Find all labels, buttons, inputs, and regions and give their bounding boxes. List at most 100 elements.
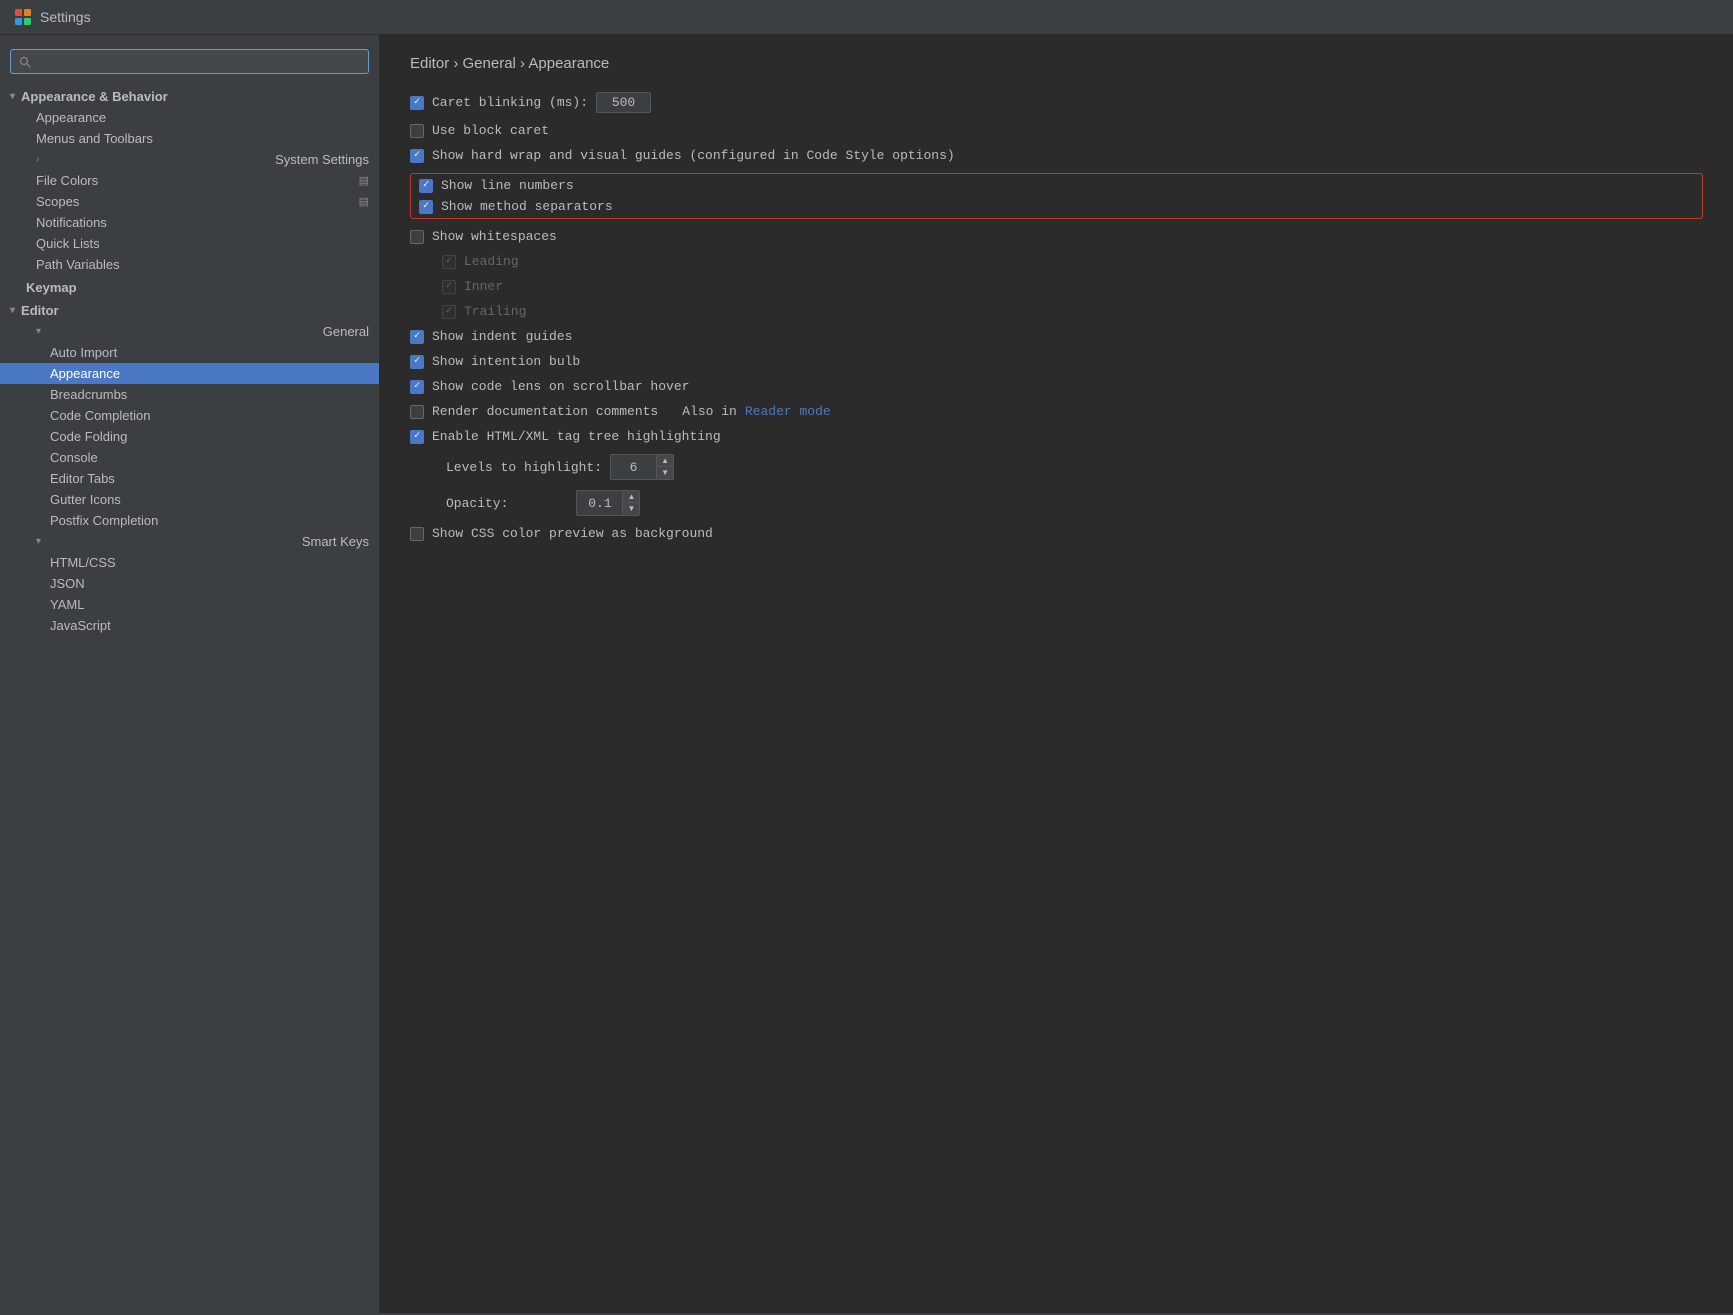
settings-icon: ▤ [359,174,369,187]
sidebar-item-json[interactable]: JSON [0,573,379,594]
sidebar-item-system-settings[interactable]: › System Settings [0,149,379,170]
sidebar-item-auto-import[interactable]: Auto Import [0,342,379,363]
sidebar-item-label: Editor Tabs [50,471,115,486]
label-leading: Leading [464,254,519,269]
sidebar-item-gutter-icons[interactable]: Gutter Icons [0,489,379,510]
sidebar-item-label: Appearance [50,366,120,381]
sidebar-item-label: JSON [50,576,85,591]
spinner-down-levels[interactable]: ▼ [657,467,673,479]
checkbox-code-lens[interactable] [410,380,424,394]
checkbox-render-docs[interactable] [410,405,424,419]
setting-code-lens: Show code lens on scrollbar hover [410,379,1703,394]
checkbox-indent-guides[interactable] [410,330,424,344]
sidebar-item-console[interactable]: Console [0,447,379,468]
sidebar-item-notifications[interactable]: Notifications [0,212,379,233]
checkbox-leading[interactable] [442,255,456,269]
search-box[interactable] [10,49,369,74]
sidebar-item-label: Menus and Toolbars [36,131,153,146]
setting-caret-blinking: Caret blinking (ms): [410,92,1703,113]
sidebar-item-postfix-completion[interactable]: Postfix Completion [0,510,379,531]
setting-show-method-separators: Show method separators [419,199,1694,214]
sidebar-item-label: Smart Keys [302,534,369,549]
setting-render-docs: Render documentation comments Also in Re… [410,404,1703,419]
group-label: Editor [21,303,59,318]
sidebar-item-editor-tabs[interactable]: Editor Tabs [0,468,379,489]
checkbox-css-color-preview[interactable] [410,527,424,541]
section-appearance-behavior: ▾ Appearance & Behavior Appearance Menus… [0,84,379,277]
input-opacity[interactable] [577,494,622,513]
checkbox-inner[interactable] [442,280,456,294]
sidebar-item-appearance[interactable]: Appearance [0,107,379,128]
setting-levels-highlight: Levels to highlight: ▲ ▼ [410,454,1703,480]
settings-icon: ▤ [359,195,369,208]
window-title: Settings [40,9,91,25]
label-trailing: Trailing [464,304,526,319]
sidebar-item-label: JavaScript [50,618,111,633]
checkbox-intention-bulb[interactable] [410,355,424,369]
checkbox-html-xml-highlight[interactable] [410,430,424,444]
sidebar-item-label: Scopes [36,194,79,209]
input-levels[interactable] [611,458,656,477]
spinner-buttons-levels: ▲ ▼ [656,455,673,479]
checkbox-hard-wrap[interactable] [410,149,424,163]
sidebar-item-label: Code Completion [50,408,150,423]
setting-intention-bulb: Show intention bulb [410,354,1703,369]
sidebar-item-appearance-editor[interactable]: Appearance [0,363,379,384]
chevron-down-icon: ▾ [36,536,41,547]
setting-indent-guides: Show indent guides [410,329,1703,344]
sidebar-group-appearance-behavior[interactable]: ▾ Appearance & Behavior [0,86,379,107]
label-show-whitespaces: Show whitespaces [432,229,557,244]
label-css-color-preview: Show CSS color preview as background [432,526,713,541]
search-input[interactable] [37,54,360,69]
checkbox-show-line-numbers[interactable] [419,179,433,193]
content-area: Editor › General › Appearance Caret blin… [380,35,1733,1313]
sidebar-item-path-variables[interactable]: Path Variables [0,254,379,275]
breadcrumb: Editor › General › Appearance [410,55,1703,72]
sidebar-item-yaml[interactable]: YAML [0,594,379,615]
sidebar-item-label: Path Variables [36,257,120,272]
sidebar-item-quick-lists[interactable]: Quick Lists [0,233,379,254]
sidebar-item-label: Gutter Icons [50,492,121,507]
link-reader-mode[interactable]: Reader mode [745,404,831,419]
sidebar-item-html-css[interactable]: HTML/CSS [0,552,379,573]
setting-trailing: Trailing [410,304,1703,319]
spinner-up-levels[interactable]: ▲ [657,455,673,467]
sidebar-item-code-completion[interactable]: Code Completion [0,405,379,426]
spinner-levels: ▲ ▼ [610,454,674,480]
spinner-opacity: ▲ ▼ [576,490,640,516]
checkbox-caret-blinking[interactable] [410,96,424,110]
spinner-down-opacity[interactable]: ▼ [623,503,639,515]
input-caret-blinking[interactable] [596,92,651,113]
sidebar-item-label: Auto Import [50,345,117,360]
label-hard-wrap: Show hard wrap and visual guides (config… [432,148,955,163]
sidebar-item-label: Console [50,450,98,465]
sidebar-item-javascript[interactable]: JavaScript [0,615,379,636]
label-render-docs: Render documentation comments [432,404,658,419]
sidebar-item-code-folding[interactable]: Code Folding [0,426,379,447]
sidebar-group-editor[interactable]: ▾ Editor [0,300,379,321]
group-label: Appearance & Behavior [21,89,168,104]
checkbox-show-whitespaces[interactable] [410,230,424,244]
label-also-in: Also in [682,404,737,419]
sidebar-item-smart-keys[interactable]: ▾ Smart Keys [0,531,379,552]
spinner-up-opacity[interactable]: ▲ [623,491,639,503]
label-code-lens: Show code lens on scrollbar hover [432,379,689,394]
sidebar-item-menus-toolbars[interactable]: Menus and Toolbars [0,128,379,149]
sidebar-item-label: System Settings [275,152,369,167]
label-html-xml-highlight: Enable HTML/XML tag tree highlighting [432,429,721,444]
chevron-down-icon: ▾ [36,326,41,337]
sidebar-item-breadcrumbs[interactable]: Breadcrumbs [0,384,379,405]
sidebar-item-general[interactable]: ▾ General [0,321,379,342]
sidebar-item-scopes[interactable]: Scopes ▤ [0,191,379,212]
setting-inner: Inner [410,279,1703,294]
setting-block-caret: Use block caret [410,123,1703,138]
label-caret-blinking: Caret blinking (ms): [432,95,588,110]
setting-css-color-preview: Show CSS color preview as background [410,526,1703,541]
label-block-caret: Use block caret [432,123,549,138]
sidebar-keymap[interactable]: Keymap [0,277,379,298]
chevron-down-icon: ▾ [10,305,15,316]
sidebar-item-file-colors[interactable]: File Colors ▤ [0,170,379,191]
checkbox-block-caret[interactable] [410,124,424,138]
checkbox-trailing[interactable] [442,305,456,319]
checkbox-show-method-separators[interactable] [419,200,433,214]
